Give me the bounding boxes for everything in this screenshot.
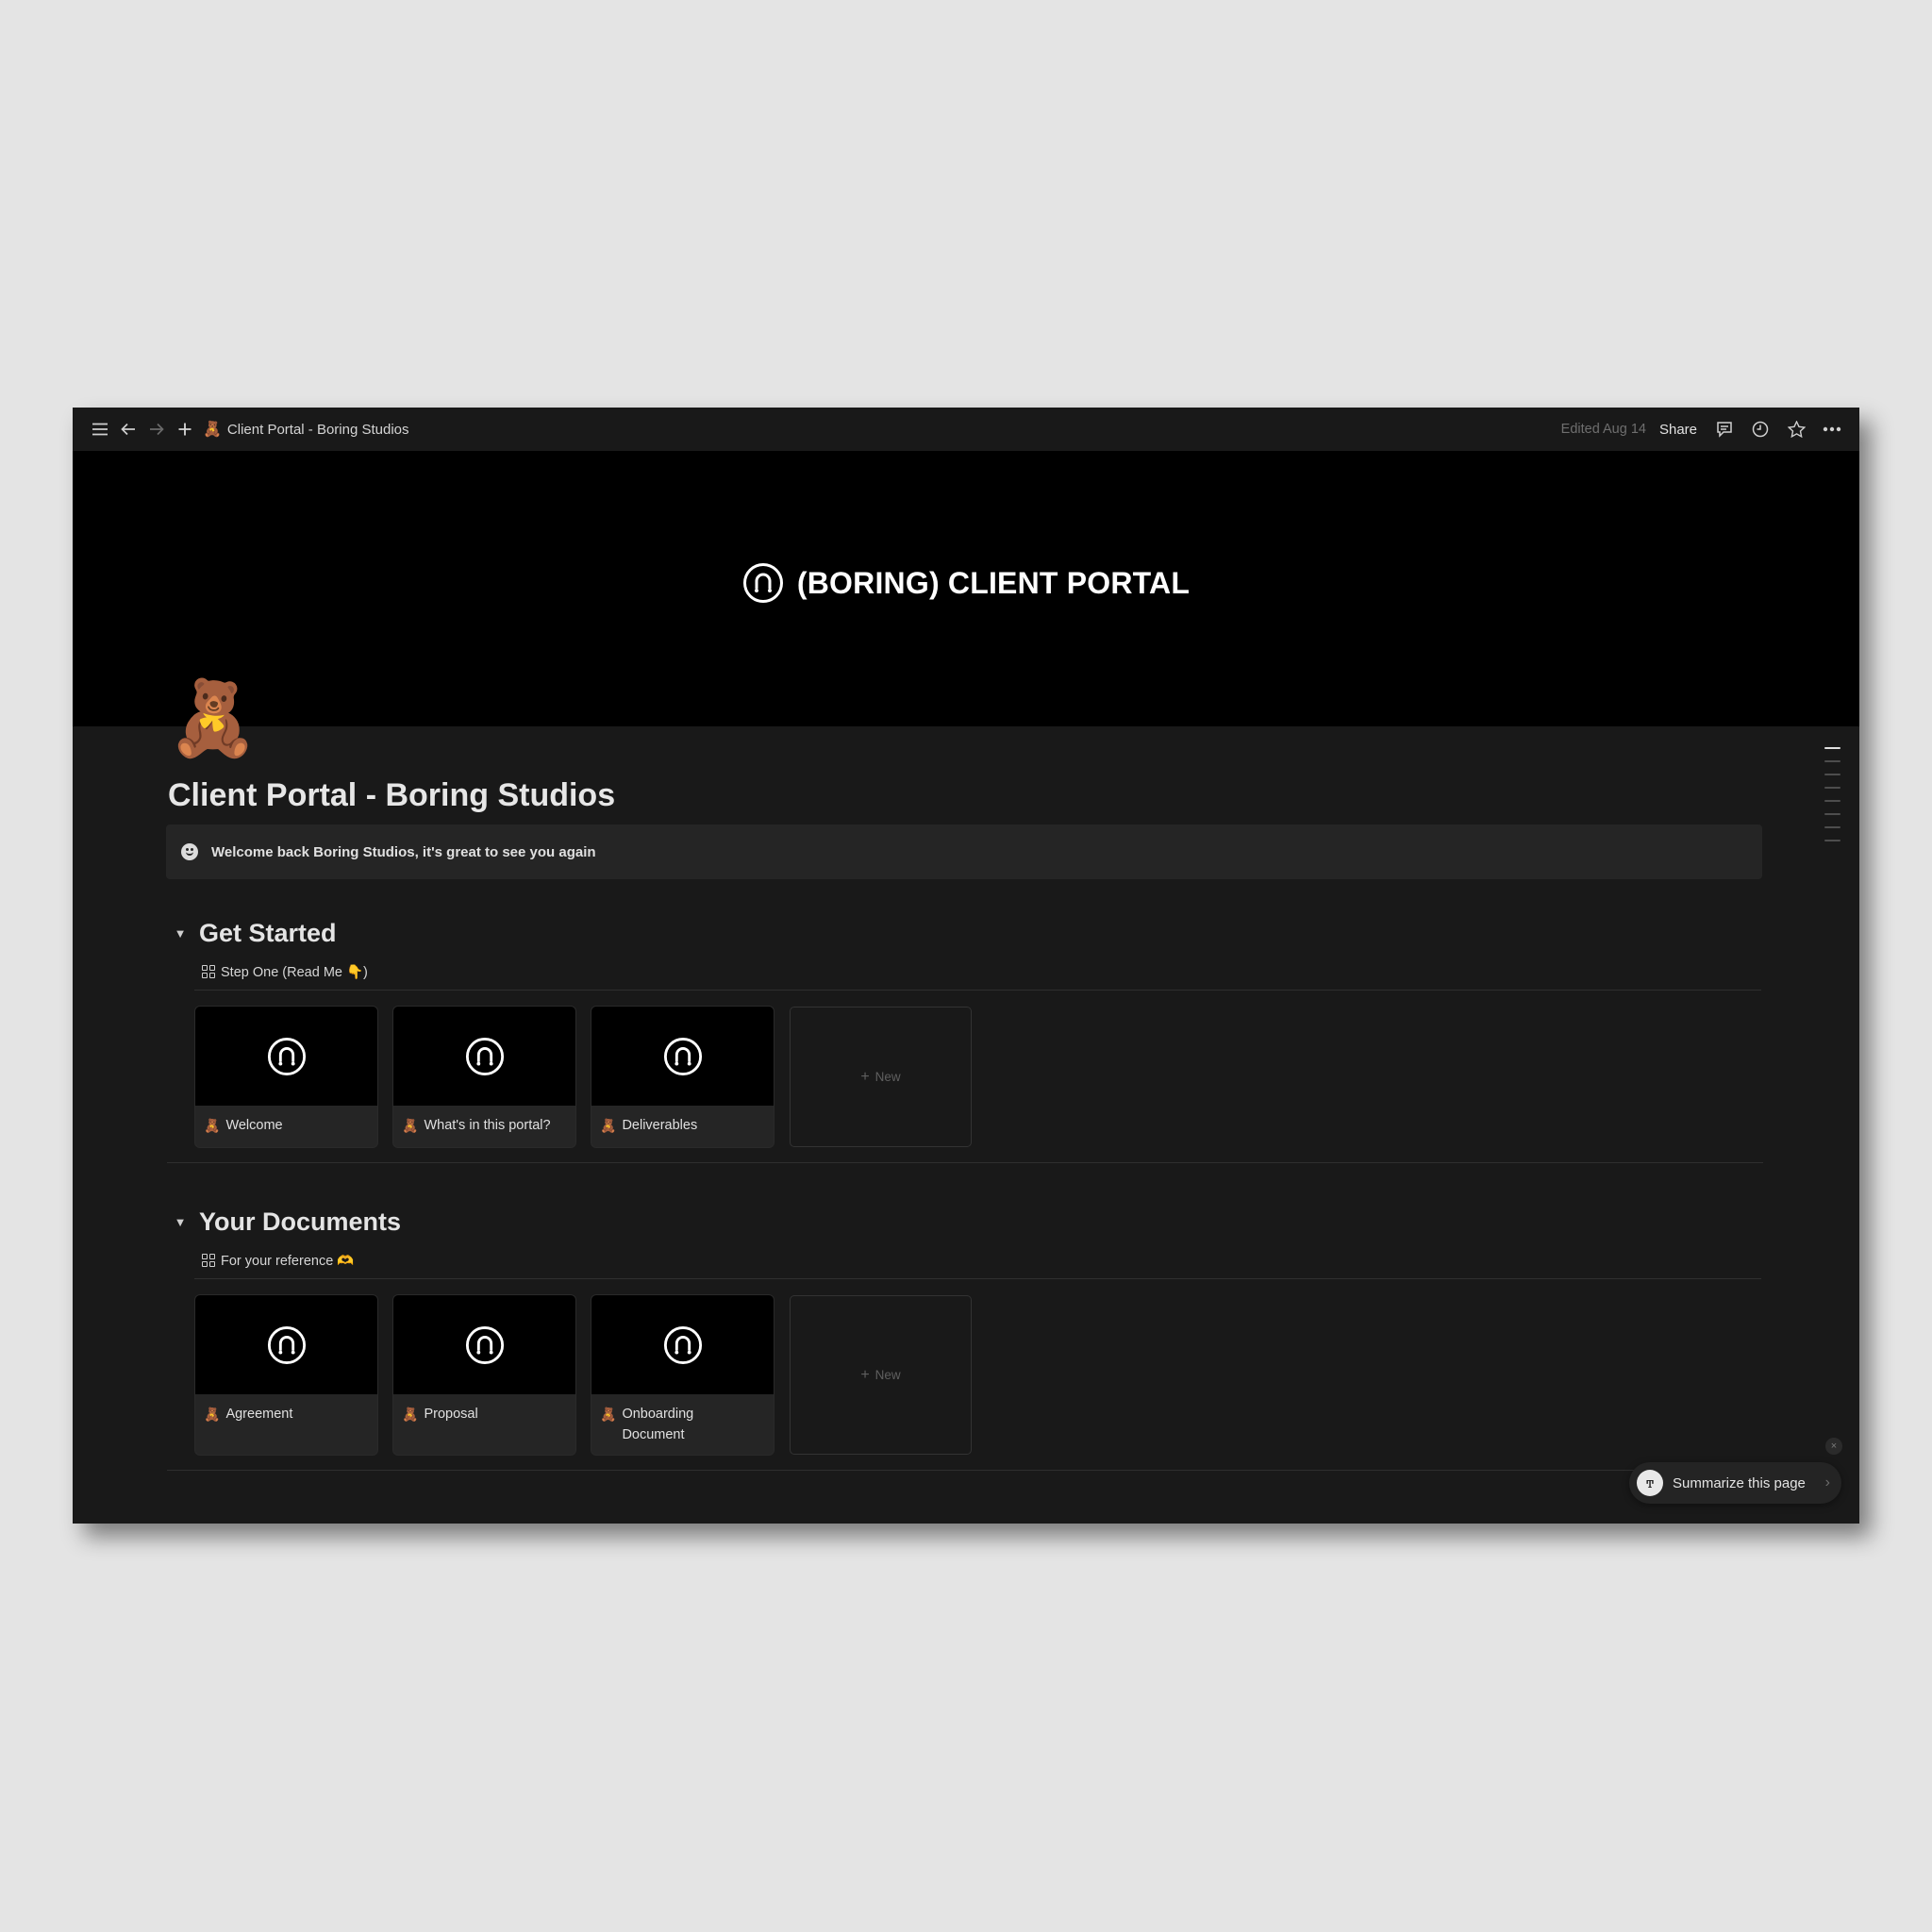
breadcrumb[interactable]: 🧸 Client Portal - Boring Studios [203,420,409,439]
gallery-card[interactable]: 🧸 Onboarding Document [591,1295,774,1455]
view-divider [194,1278,1761,1279]
toc-item[interactable] [1824,826,1840,828]
new-label: New [874,1368,901,1382]
gallery-card[interactable]: 🧸 Welcome [195,1007,377,1147]
plus-icon: + [860,1068,870,1085]
new-label: New [874,1070,901,1084]
page-title[interactable]: Client Portal - Boring Studios [168,777,615,814]
cover-title-text: (BORING) CLIENT PORTAL [796,565,1191,600]
view-label: Step One (Read Me 👇) [221,964,368,980]
section-heading: Your Documents [199,1208,402,1236]
gallery-icon [202,965,215,978]
cover-title: (BORING) CLIENT PORTAL [73,562,1859,604]
new-card-button[interactable]: + New [790,1295,972,1455]
gallery-card[interactable]: 🧸 Agreement [195,1295,377,1455]
toc-item[interactable] [1824,813,1840,815]
star-icon[interactable] [1782,415,1810,443]
gallery-card[interactable]: 🧸 Proposal [393,1295,575,1455]
card-title: Proposal [424,1407,478,1422]
teddy-bear-icon: 🧸 [204,1118,221,1133]
summarize-label: Summarize this page [1673,1474,1806,1491]
teddy-bear-icon: 🧸 [203,422,222,438]
teddy-bear-icon: 🧸 [600,1118,617,1133]
chevron-right-icon: › [1824,1474,1830,1491]
top-bar: 🧸 Client Portal - Boring Studios Edited … [73,408,1859,451]
smile-circle-logo-icon [267,1037,306,1075]
teddy-bear-icon: 🧸 [204,1407,221,1422]
plus-icon[interactable] [171,415,199,443]
toggle-caret-icon[interactable]: ▼ [171,1215,190,1229]
card-title: Agreement [225,1407,293,1422]
table-of-contents[interactable] [1824,747,1840,841]
forward-arrow-icon[interactable] [142,415,171,443]
smile-circle-logo-icon [465,1037,504,1075]
smile-circle-logo-icon [742,563,783,603]
callout-text: Welcome back Boring Studios, it's great … [211,843,596,860]
toggle-caret-icon[interactable]: ▼ [171,926,190,941]
section-heading: Get Started [199,919,337,947]
smile-circle-logo-icon [465,1325,504,1364]
toc-item[interactable] [1824,840,1840,841]
page-cover[interactable]: (BORING) CLIENT PORTAL [73,451,1859,726]
menu-icon[interactable] [86,415,114,443]
ai-face-icon: ͳ [1637,1470,1663,1496]
toc-item[interactable] [1824,747,1840,749]
clock-icon[interactable] [1746,415,1774,443]
new-card-button[interactable]: + New [790,1007,972,1147]
comment-icon[interactable] [1710,415,1739,443]
next-section-heading-clipped [175,1509,182,1524]
breadcrumb-title: Client Portal - Boring Studios [226,421,409,438]
more-icon[interactable] [1818,415,1846,443]
back-arrow-icon[interactable] [114,415,142,443]
section-your-documents: ▼ Your Documents For your reference 🫶 🧸 A… [167,1208,1763,1471]
card-title: Deliverables [622,1118,698,1133]
gallery-view-tab[interactable]: For your reference 🫶 [202,1250,1763,1271]
section-divider [167,1470,1763,1471]
smile-circle-logo-icon [663,1037,702,1075]
plus-icon: + [860,1366,870,1383]
smile-circle-logo-icon [267,1325,306,1364]
welcome-callout: Welcome back Boring Studios, it's great … [166,824,1762,879]
card-title: Onboarding Document [622,1407,694,1442]
page-emoji-icon[interactable]: 🧸 [167,681,258,755]
share-button[interactable]: Share [1659,422,1697,438]
gallery-view-tab[interactable]: Step One (Read Me 👇) [202,961,1763,982]
close-icon[interactable]: × [1825,1438,1842,1455]
summarize-page-button[interactable]: ͳ Summarize this page › [1629,1462,1841,1504]
gallery-card[interactable]: 🧸 What's in this portal? [393,1007,575,1147]
section-get-started: ▼ Get Started Step One (Read Me 👇) 🧸 Welc… [167,919,1763,1163]
smiley-icon [181,843,198,860]
teddy-bear-icon: 🧸 [402,1118,419,1133]
toc-item[interactable] [1824,800,1840,802]
edited-timestamp: Edited Aug 14 [1560,422,1646,437]
section-divider [167,1162,1763,1163]
teddy-bear-icon: 🧸 [402,1407,419,1422]
gallery: 🧸 Agreement 🧸 Proposal 🧸 Onboarding Documen… [195,1295,1763,1455]
smile-circle-logo-icon [663,1325,702,1364]
app-window: 🧸 Client Portal - Boring Studios Edited … [73,408,1859,1524]
toc-item[interactable] [1824,774,1840,775]
gallery: 🧸 Welcome 🧸 What's in this portal? 🧸 Delive… [195,1007,1763,1147]
view-divider [194,990,1761,991]
card-title: Welcome [225,1118,283,1133]
teddy-bear-icon: 🧸 [600,1407,617,1422]
view-label: For your reference 🫶 [221,1253,355,1269]
toc-item[interactable] [1824,760,1840,762]
gallery-icon [202,1254,215,1267]
card-title: What's in this portal? [424,1118,551,1133]
toc-item[interactable] [1824,787,1840,789]
gallery-card[interactable]: 🧸 Deliverables [591,1007,774,1147]
